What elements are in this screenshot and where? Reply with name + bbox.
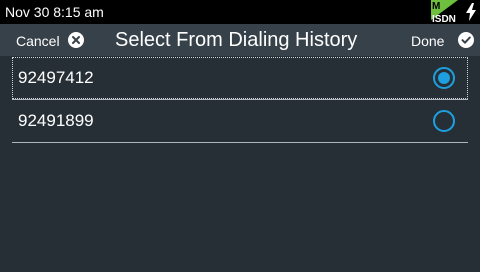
- radio-selected-icon[interactable]: [433, 67, 455, 89]
- history-item-number: 92497412: [18, 68, 94, 87]
- dialing-history-list: 92497412 92491899: [12, 57, 468, 143]
- isdn-indicator-icon: M ISDN: [431, 0, 458, 24]
- header-bar: Cancel Select From Dialing History Done: [0, 24, 480, 56]
- history-item-number: 92491899: [18, 111, 94, 130]
- status-datetime: Nov 30 8:15 am: [5, 4, 104, 20]
- power-bolt-icon: [466, 3, 476, 26]
- history-item[interactable]: 92497412: [12, 57, 468, 99]
- cancel-label: Cancel: [16, 33, 60, 49]
- isdn-top-label: M: [432, 1, 440, 12]
- done-button[interactable]: Done: [400, 24, 480, 56]
- check-circle-icon: [458, 32, 474, 53]
- divider: [12, 142, 468, 143]
- isdn-bottom-label: ISDN: [432, 14, 456, 24]
- status-bar: Nov 30 8:15 am M ISDN: [0, 0, 480, 24]
- done-label: Done: [411, 33, 445, 49]
- close-circle-icon: [68, 32, 84, 53]
- history-item[interactable]: 92491899: [12, 100, 468, 142]
- radio-unselected-icon[interactable]: [433, 110, 455, 132]
- cancel-button[interactable]: Cancel: [0, 24, 95, 56]
- page-title: Select From Dialing History: [115, 29, 358, 51]
